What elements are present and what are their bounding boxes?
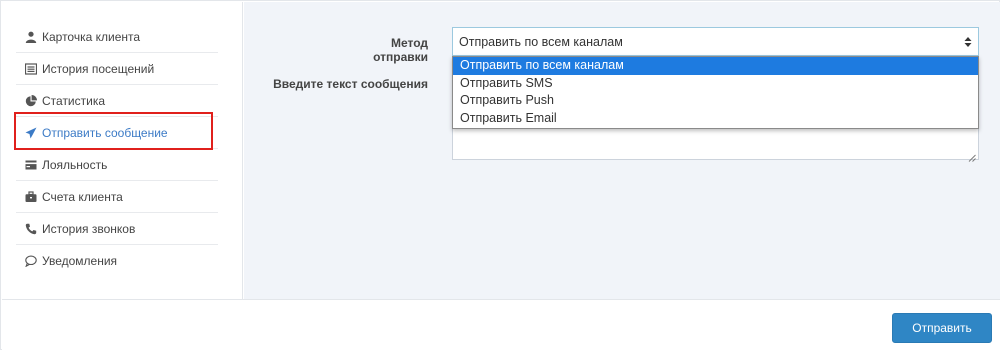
app-frame: Карточка клиента История посещений Стати… bbox=[0, 0, 1000, 350]
dropdown-option-all-channels[interactable]: Отправить по всем каналам bbox=[453, 57, 978, 75]
briefcase-icon bbox=[24, 190, 38, 204]
phone-icon bbox=[24, 222, 38, 236]
sidebar-menu: Карточка клиента История посещений Стати… bbox=[16, 21, 218, 277]
credit-card-icon bbox=[24, 158, 38, 172]
send-button[interactable]: Отправить bbox=[892, 313, 992, 343]
sidebar-item-label: Карточка клиента bbox=[42, 29, 141, 44]
message-text-label: Введите текст сообщения bbox=[273, 77, 428, 91]
paper-plane-icon bbox=[24, 126, 38, 140]
list-icon bbox=[24, 62, 38, 76]
dropdown-option-sms[interactable]: Отправить SMS bbox=[453, 75, 978, 93]
sidebar-item-notifications[interactable]: Уведомления bbox=[16, 245, 218, 277]
sidebar-item-call-history[interactable]: История звонков bbox=[16, 213, 218, 245]
user-icon bbox=[24, 30, 38, 44]
sidebar-item-label: Счета клиента bbox=[42, 189, 123, 204]
sidebar-item-label: Статистика bbox=[42, 93, 106, 108]
pie-chart-icon bbox=[24, 94, 38, 108]
dropdown-option-push[interactable]: Отправить Push bbox=[453, 92, 978, 110]
sidebar-item-label: История посещений bbox=[42, 61, 155, 76]
sidebar-item-loyalty[interactable]: Лояльность bbox=[16, 149, 218, 181]
sidebar-item-label: История звонков bbox=[42, 221, 136, 236]
method-dropdown-list: Отправить по всем каналам Отправить SMS … bbox=[452, 56, 979, 129]
sidebar-item-label: Уведомления bbox=[42, 254, 118, 268]
select-arrows-icon bbox=[964, 36, 972, 48]
sidebar-item-client-card[interactable]: Карточка клиента bbox=[16, 21, 218, 53]
method-select-value: Отправить по всем каналам bbox=[459, 34, 623, 49]
sidebar: Карточка клиента История посещений Стати… bbox=[2, 2, 243, 299]
sidebar-item-label: Лояльность bbox=[42, 157, 108, 172]
main-panel: Метод отправки Введите текст сообщения О… bbox=[244, 2, 1000, 299]
footer: Отправить bbox=[2, 299, 1000, 350]
dropdown-option-email[interactable]: Отправить Email bbox=[453, 110, 978, 128]
sidebar-item-statistics[interactable]: Статистика bbox=[16, 85, 218, 117]
sidebar-item-visit-history[interactable]: История посещений bbox=[16, 53, 218, 85]
speech-bubble-icon bbox=[24, 254, 38, 268]
sidebar-item-client-accounts[interactable]: Счета клиента bbox=[16, 181, 218, 213]
method-select[interactable]: Отправить по всем каналам bbox=[452, 27, 979, 56]
resize-handle-icon[interactable] bbox=[968, 149, 976, 162]
sidebar-item-send-message[interactable]: Отправить сообщение bbox=[16, 117, 218, 149]
sidebar-item-label: Отправить сообщение bbox=[42, 125, 168, 140]
method-label: Метод отправки bbox=[373, 36, 428, 64]
